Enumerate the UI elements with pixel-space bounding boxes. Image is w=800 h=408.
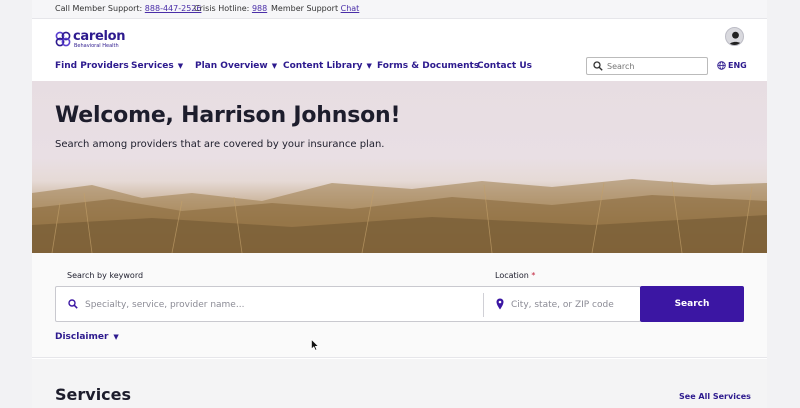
welcome-heading: Welcome, Harrison Johnson! [55, 103, 401, 128]
chevron-down-icon: ▼ [177, 62, 184, 70]
grass-field-image [32, 179, 767, 253]
site-search-input[interactable] [607, 60, 703, 73]
location-label-text: Location [495, 271, 529, 280]
nav-content-library[interactable]: Content Library ▼ [283, 61, 372, 71]
member-chat-label: Member Support [271, 4, 339, 13]
search-icon [68, 299, 78, 309]
keyword-input[interactable] [85, 298, 465, 312]
nav-content-library-label: Content Library [283, 61, 363, 71]
nav-services-label: Services [131, 61, 174, 71]
search-icon [593, 61, 603, 71]
language-label: ENG [728, 61, 747, 70]
services-section: Services See All Services [32, 359, 767, 408]
provider-search-field [55, 286, 641, 322]
member-support-info: Call Member Support: 888-447-2526 [55, 4, 201, 13]
crisis-hotline-link[interactable]: 988 [252, 4, 267, 13]
page-frame: Call Member Support: 888-447-2526 Crisis… [32, 0, 767, 408]
location-label: Location * [495, 271, 535, 280]
location-input[interactable] [511, 298, 636, 312]
nav-find-providers-label: Find Providers [55, 61, 129, 71]
site-search-box [586, 57, 708, 75]
keyword-label: Search by keyword [67, 271, 144, 280]
nav-forms-documents-label: Forms & Documents [377, 61, 480, 71]
carelon-logo-mark-icon [55, 31, 71, 47]
logo-wordmark: carelon [73, 29, 126, 44]
carelon-logo[interactable]: carelon Behavioral Health [55, 29, 135, 52]
globe-icon [717, 61, 726, 70]
avatar-silhouette-icon [728, 31, 743, 45]
see-all-services-link[interactable]: See All Services [679, 392, 751, 401]
member-support-label: Call Member Support: [55, 4, 143, 13]
nav-services[interactable]: Services ▼ [131, 61, 183, 71]
crisis-hotline-info: Crisis Hotline: 988 [194, 4, 267, 13]
disclaimer-toggle[interactable]: Disclaimer ▼ [55, 332, 119, 342]
nav-find-providers[interactable]: Find Providers [55, 61, 129, 71]
logo-subtitle: Behavioral Health [74, 43, 119, 49]
nav-contact-us[interactable]: Contact Us [477, 61, 532, 71]
field-divider [483, 293, 484, 317]
hero-banner: Welcome, Harrison Johnson! Search among … [32, 81, 767, 253]
nav-plan-overview-label: Plan Overview [195, 61, 268, 71]
chevron-down-icon: ▼ [366, 62, 372, 70]
welcome-subtitle: Search among providers that are covered … [55, 139, 385, 150]
required-marker: * [531, 271, 536, 280]
user-avatar-icon[interactable] [725, 27, 744, 46]
provider-search-panel: Search by keyword Location * Search Disc… [32, 253, 767, 358]
crisis-hotline-label: Crisis Hotline: [194, 4, 250, 13]
location-pin-icon [496, 298, 504, 310]
mouse-cursor [311, 339, 319, 351]
utility-bar: Call Member Support: 888-447-2526 Crisis… [32, 0, 767, 19]
nav-forms-documents[interactable]: Forms & Documents [377, 61, 479, 71]
chevron-down-icon: ▼ [113, 333, 119, 341]
member-chat-link[interactable]: Chat [341, 4, 360, 13]
nav-plan-overview[interactable]: Plan Overview ▼ [195, 61, 277, 71]
disclaimer-label: Disclaimer [55, 332, 109, 342]
nav-contact-us-label: Contact Us [477, 61, 533, 71]
member-chat-info: Member Support Chat [271, 4, 359, 13]
chevron-down-icon: ▼ [271, 62, 278, 70]
services-heading: Services [55, 385, 132, 404]
member-support-phone-link[interactable]: 888-447-2526 [145, 4, 202, 13]
search-button[interactable]: Search [640, 286, 744, 322]
